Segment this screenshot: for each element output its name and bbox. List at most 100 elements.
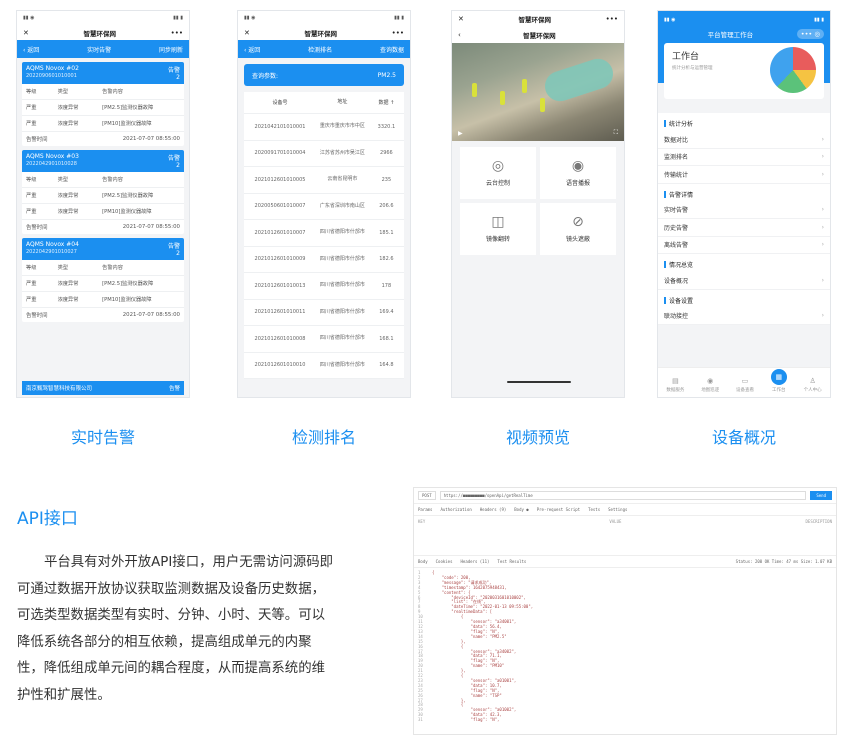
cell-device-id: 2020050601010007 xyxy=(254,203,306,210)
alarm-time-row: 告警时间 2021-07-07 08:55:00 xyxy=(22,220,184,234)
cell-type: 浓度异常 xyxy=(57,193,79,199)
more-icon[interactable]: ••• xyxy=(392,29,404,37)
request-tab[interactable]: Tests xyxy=(588,507,600,512)
response-tab[interactable]: Cookies xyxy=(436,559,453,564)
table-row[interactable]: 2020050601010007 广东省深圳市南山区 206.6 xyxy=(244,194,404,220)
request-tab[interactable]: Pre-request Script xyxy=(537,507,580,512)
tab-item[interactable]: ▤ 数据服务 xyxy=(666,377,684,393)
cell-address: 云南省昆明市 xyxy=(327,176,358,183)
more-icon[interactable]: ••• xyxy=(171,29,183,37)
menu-item[interactable]: 监测排名 › xyxy=(658,149,830,166)
cell-value: 235 xyxy=(381,176,392,183)
table-row: 严重 浓度异常 [PM2.5]监测仪器故障 xyxy=(22,188,184,204)
menu-item[interactable]: 传输统计 › xyxy=(658,166,830,184)
query-button[interactable]: 查询数据 xyxy=(380,45,404,54)
request-tab[interactable]: Settings xyxy=(608,507,627,512)
table-row[interactable]: 2021012601010005 云南省昆明市 235 xyxy=(244,167,404,194)
table-row[interactable]: 2021012601010008 四川省德阳市什邡市 168.1 xyxy=(244,326,404,353)
alarm-card[interactable]: AQMS Novox #02 2022090601010001 告警 2 等级 类型 告警内… xyxy=(22,62,184,146)
column-header: 地址 xyxy=(337,99,348,105)
control-button[interactable]: ⊘ 镜头遮蔽 xyxy=(540,203,616,255)
table-row[interactable]: 2021012601010011 四川省德阳市什邡市 169.4 xyxy=(244,300,404,326)
section-title: 情况总览 xyxy=(658,254,830,272)
cell-address: 四川省德阳市什邡市 xyxy=(319,229,365,236)
table-row[interactable]: 2021042101010001 重庆市重庆市市中区 3320.1 xyxy=(244,114,404,141)
control-button[interactable]: ◎ 云台控制 xyxy=(460,147,536,199)
cell-value: 206.6 xyxy=(379,203,394,210)
control-button[interactable]: ◫ 镜像翻转 xyxy=(460,203,536,255)
cell-device-id: 2021012601010013 xyxy=(254,282,306,289)
response-tab[interactable]: Test Results xyxy=(497,559,526,564)
back-button[interactable]: ‹ 返回 xyxy=(244,45,260,54)
request-tab[interactable]: Body ● xyxy=(514,507,528,512)
back-button[interactable]: ‹ 返回 xyxy=(23,45,39,54)
close-icon[interactable]: ✕ xyxy=(244,29,250,37)
time-value: 2021-07-07 08:55:00 xyxy=(122,224,180,230)
query-param-selector[interactable]: 查询参数: PM2.5 xyxy=(244,64,404,86)
cell-level: 严重 xyxy=(26,121,37,127)
api-paragraph: 平台具有对外开放API接口，用户无需访问源码即可通过数据开放协议获取监测数据及设… xyxy=(17,555,333,703)
tab-item[interactable]: ◉ 地图巡逻 xyxy=(701,377,719,393)
menu-item[interactable]: 历史告警 › xyxy=(658,219,830,237)
menu-item[interactable]: 联动接控 › xyxy=(658,308,830,325)
response-tab[interactable]: Headers (11) xyxy=(461,559,490,564)
alarm-card[interactable]: AQMS Novox #03 2022042901010028 告警 2 等级 类型 告警内… xyxy=(22,150,184,234)
menu-item-label: 历史告警 xyxy=(664,224,689,232)
alarm-tag: 告警 xyxy=(167,243,180,250)
video-player[interactable]: ▶ ⛶ xyxy=(452,43,624,141)
menu-item[interactable]: 实时告警 › xyxy=(658,202,830,219)
cell-device-id: 2021012601010007 xyxy=(254,229,306,236)
request-tab[interactable]: Headers (9) xyxy=(480,507,507,512)
section-title: 告警详情 xyxy=(658,184,830,202)
alarm-card[interactable]: AQMS Novox #04 2022042901010027 告警 2 等级 类型 告警内… xyxy=(22,238,184,322)
table-row: 严重 浓度异常 [PM10]监测仪器故障 xyxy=(22,116,184,132)
capsule-menu[interactable]: ••• ◎ xyxy=(796,29,824,39)
table-row: 等级 类型 告警内容 xyxy=(22,172,184,188)
table-row[interactable]: 2020091701010004 江苏省苏州市吴江区 2966 xyxy=(244,141,404,167)
cell-address: 广东省深圳市南山区 xyxy=(319,202,365,209)
param-value: PM2.5 xyxy=(377,71,396,79)
tab-item[interactable]: ▭ 设备查看 xyxy=(736,377,754,393)
menu-item-label: 监测排名 xyxy=(664,154,689,162)
footer-company: 南京甄驾智慧科技有限公司 xyxy=(26,386,93,392)
cell-type: 浓度异常 xyxy=(57,105,79,111)
play-icon[interactable]: ▶ xyxy=(458,130,463,137)
menu-item[interactable]: 数据对比 › xyxy=(658,131,830,149)
close-icon[interactable]: ✕ xyxy=(458,15,464,23)
table-row: 等级 类型 告警内容 xyxy=(22,84,184,100)
cell-value: 2966 xyxy=(380,150,393,157)
alarm-tag: 告警 xyxy=(167,67,180,74)
control-button[interactable]: ◉ 语音播报 xyxy=(540,147,616,199)
device-code: 2022042901010028 xyxy=(26,161,77,167)
table-row[interactable]: 2021012601010007 四川省德阳市什邡市 185.1 xyxy=(244,220,404,247)
ptz-icon: ◎ xyxy=(491,158,505,174)
url-input[interactable]: https://■■■■■■■■■/openApi/getRealTime xyxy=(439,491,807,500)
back-icon[interactable]: ‹ xyxy=(458,31,461,39)
response-tab[interactable]: Body xyxy=(418,559,428,564)
request-tab[interactable]: Authorization xyxy=(440,507,471,512)
page-title: 平台管理工作台 xyxy=(707,31,754,39)
send-button[interactable]: Send xyxy=(810,491,832,500)
menu-item[interactable]: 离线告警 › xyxy=(658,237,830,254)
request-tab[interactable]: Params xyxy=(418,507,432,512)
cell-type: 浓度异常 xyxy=(57,121,79,127)
fullscreen-icon[interactable]: ⛶ xyxy=(614,129,618,137)
alarm-footer[interactable]: 南京甄驾智慧科技有限公司 告警 xyxy=(22,381,184,395)
sync-button[interactable]: 同步刷新 xyxy=(159,45,183,54)
table-row[interactable]: 2021012601010013 四川省德阳市什邡市 178 xyxy=(244,273,404,300)
param-label: 查询参数: xyxy=(252,72,279,80)
cell-value: 169.4 xyxy=(379,309,394,316)
tab-item[interactable]: ▦ 工作台 xyxy=(770,369,787,393)
method-select[interactable]: POST xyxy=(418,491,436,500)
column-header[interactable]: 数据 ↑ xyxy=(369,99,404,106)
json-line: 31 "flag": "N", xyxy=(418,717,500,723)
more-icon[interactable]: ••• xyxy=(606,15,618,23)
line-number: 31 xyxy=(418,717,423,723)
menu-item[interactable]: 设备概况 › xyxy=(658,272,830,290)
cell-device-id: 2021012601010005 xyxy=(254,176,306,183)
tab-item[interactable]: ♙ 个人中心 xyxy=(804,377,822,393)
api-screenshot: POST https://■■■■■■■■■/openApi/getRealTi… xyxy=(413,487,837,735)
table-row[interactable]: 2021012601010010 四川省德阳市什邡市 164.8 xyxy=(244,353,404,379)
table-row[interactable]: 2021012601010009 四川省德阳市什邡市 182.6 xyxy=(244,247,404,273)
close-icon[interactable]: ✕ xyxy=(23,29,29,37)
